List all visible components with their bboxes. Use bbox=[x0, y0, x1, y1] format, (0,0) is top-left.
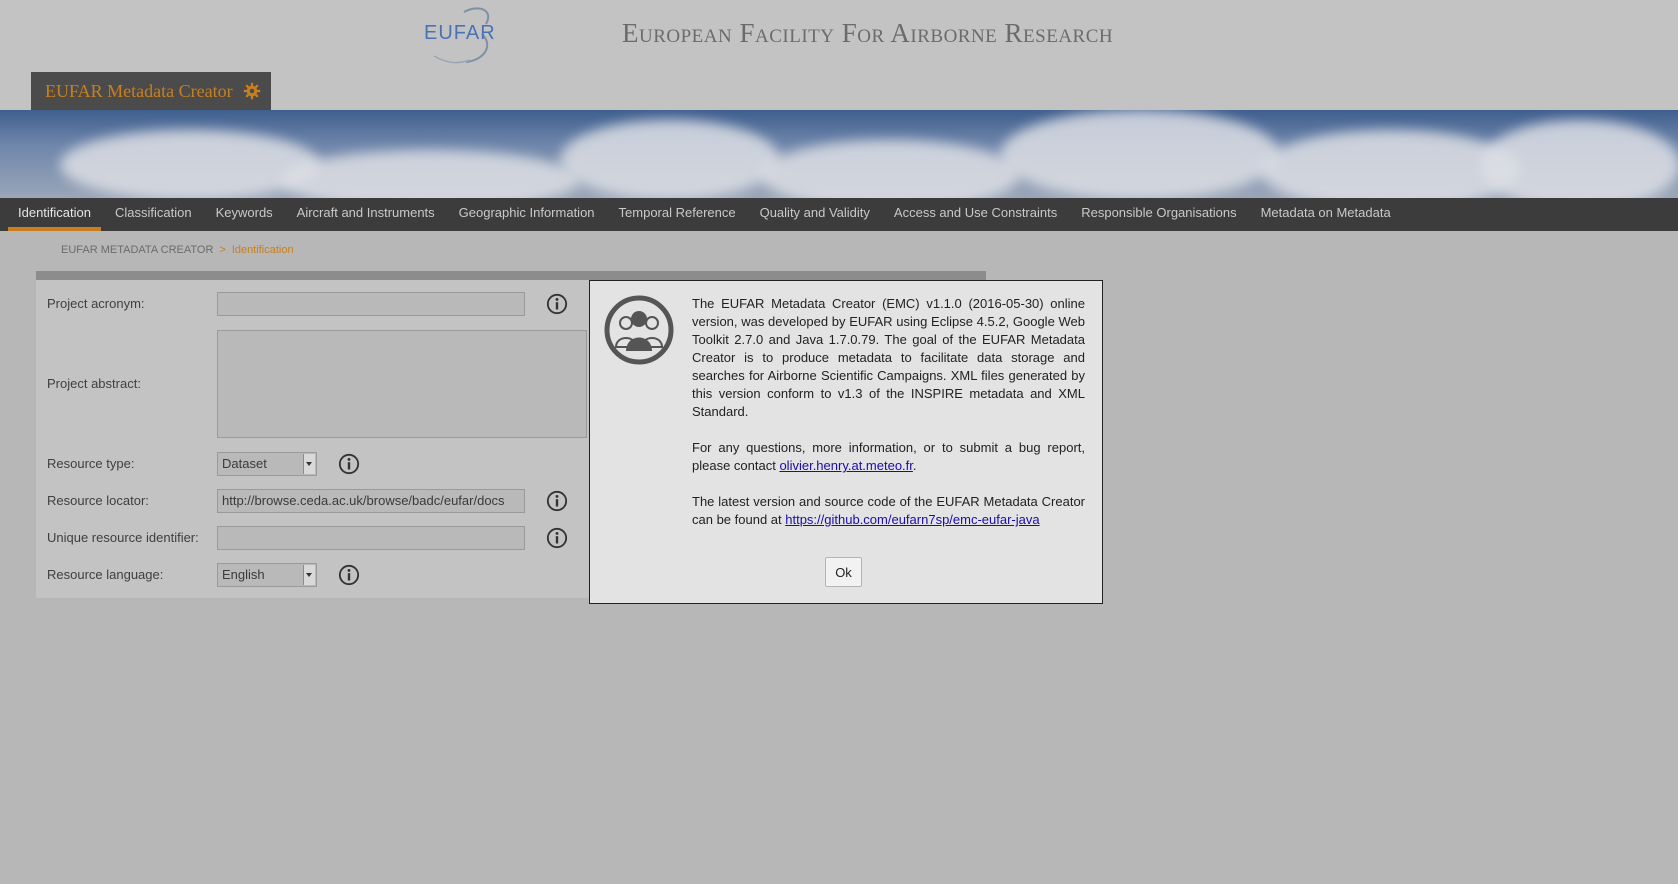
resource-locator-label: Resource locator: bbox=[47, 493, 149, 508]
project-abstract-textarea[interactable] bbox=[217, 330, 587, 438]
app-tab[interactable]: EUFAR Metadata Creator bbox=[31, 72, 271, 110]
site-header: EUFAR European Facility For Airborne Res… bbox=[0, 0, 1678, 110]
about-source: The latest version and source code of th… bbox=[692, 493, 1085, 529]
breadcrumb-current: Identification bbox=[231, 244, 294, 256]
resource-type-select[interactable]: Dataset bbox=[217, 452, 317, 476]
tab-access-use-constraints[interactable]: Access and Use Constraints bbox=[884, 198, 1067, 231]
project-acronym-input[interactable] bbox=[217, 292, 525, 316]
resource-type-label: Resource type: bbox=[47, 456, 135, 471]
resource-locator-input[interactable]: http://browse.ceda.ac.uk/browse/badc/euf… bbox=[217, 489, 525, 513]
breadcrumb-separator: > bbox=[219, 244, 226, 256]
eufar-logo: EUFAR bbox=[424, 4, 514, 66]
project-abstract-label: Project abstract: bbox=[47, 376, 141, 391]
users-group-icon bbox=[604, 295, 674, 365]
tab-keywords[interactable]: Keywords bbox=[206, 198, 283, 231]
main-nav: Identification Classification Keywords A… bbox=[0, 198, 1678, 231]
info-icon[interactable] bbox=[338, 453, 360, 475]
about-contact: For any questions, more information, or … bbox=[692, 439, 1085, 475]
tab-responsible-organisations[interactable]: Responsible Organisations bbox=[1071, 198, 1246, 231]
tab-metadata-on-metadata[interactable]: Metadata on Metadata bbox=[1251, 198, 1401, 231]
panel-header-bar bbox=[36, 271, 986, 280]
app-tab-label: EUFAR Metadata Creator bbox=[45, 80, 233, 101]
info-icon[interactable] bbox=[546, 293, 568, 315]
project-acronym-label: Project acronym: bbox=[47, 296, 145, 311]
ok-button[interactable]: Ok bbox=[825, 557, 862, 587]
resource-language-value: English bbox=[222, 567, 265, 582]
gear-icon[interactable] bbox=[243, 82, 261, 100]
unique-resource-identifier-label: Unique resource identifier: bbox=[47, 530, 199, 545]
resource-type-value: Dataset bbox=[222, 456, 267, 471]
about-contact-suffix: . bbox=[912, 458, 917, 473]
info-icon[interactable] bbox=[338, 564, 360, 586]
site-title: European Facility For Airborne Research bbox=[622, 18, 1114, 48]
info-icon[interactable] bbox=[546, 527, 568, 549]
source-code-link[interactable]: https://github.com/eufarn7sp/emc-eufar-j… bbox=[785, 512, 1039, 527]
chevron-down-icon[interactable] bbox=[303, 565, 315, 585]
tab-identification[interactable]: Identification bbox=[8, 198, 101, 231]
breadcrumb-root[interactable]: EUFAR METADATA CREATOR bbox=[61, 244, 213, 256]
tab-classification[interactable]: Classification bbox=[105, 198, 202, 231]
tab-temporal-reference[interactable]: Temporal Reference bbox=[609, 198, 746, 231]
logo-text: EUFAR bbox=[424, 22, 496, 44]
about-description: The EUFAR Metadata Creator (EMC) v1.1.0 … bbox=[692, 296, 1085, 419]
about-dialog: The EUFAR Metadata Creator (EMC) v1.1.0 … bbox=[589, 280, 1103, 604]
tab-geographic-information[interactable]: Geographic Information bbox=[449, 198, 605, 231]
sky-banner bbox=[0, 110, 1678, 198]
unique-resource-identifier-input[interactable] bbox=[217, 526, 525, 550]
chevron-down-icon[interactable] bbox=[303, 454, 315, 474]
tab-quality-validity[interactable]: Quality and Validity bbox=[750, 198, 880, 231]
contact-email-link[interactable]: olivier.henry.at.meteo.fr bbox=[779, 458, 912, 473]
resource-language-label: Resource language: bbox=[47, 567, 164, 582]
about-dialog-text: The EUFAR Metadata Creator (EMC) v1.1.0 … bbox=[692, 295, 1085, 547]
tab-aircraft-instruments[interactable]: Aircraft and Instruments bbox=[287, 198, 445, 231]
info-icon[interactable] bbox=[546, 490, 568, 512]
resource-language-select[interactable]: English bbox=[217, 563, 317, 587]
breadcrumb: EUFAR METADATA CREATOR > Identification bbox=[61, 244, 294, 256]
